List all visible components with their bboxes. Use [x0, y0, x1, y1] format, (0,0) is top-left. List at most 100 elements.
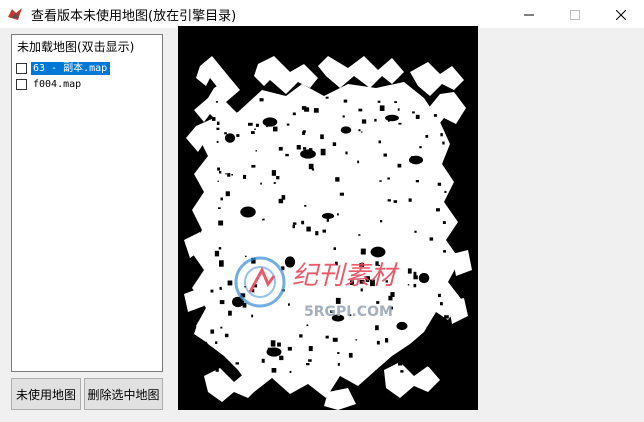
list-item[interactable]: 63 - 副本.map: [16, 61, 111, 75]
map-obstacle: [427, 364, 431, 367]
map-obstacle: [426, 326, 429, 330]
map-obstacle: [218, 220, 224, 226]
map-obstacle: [277, 342, 281, 347]
map-obstacle: [438, 293, 441, 298]
map-obstacle: [397, 163, 402, 168]
map-obstacle: [243, 174, 247, 179]
map-obstacle: [325, 335, 329, 339]
map-obstacle: [296, 145, 301, 150]
file-label[interactable]: f004.map: [31, 78, 84, 91]
map-obstacle: [251, 131, 255, 134]
map-obstacle: [292, 222, 297, 225]
map-obstacle: [235, 362, 239, 365]
title-bar[interactable]: 查看版本未使用地图(放在引擎目录): [0, 0, 644, 28]
map-obstacle: [342, 115, 345, 118]
map-obstacle: [398, 360, 403, 366]
map-obstacle: [340, 126, 352, 134]
map-obstacle: [358, 129, 361, 132]
map-obstacle: [266, 347, 282, 357]
map-obstacle: [270, 340, 276, 347]
map-obstacle: [302, 131, 306, 135]
map-obstacle: [285, 153, 289, 157]
map-obstacle: [292, 224, 295, 229]
map-obstacle: [304, 205, 307, 207]
map-obstacle: [400, 370, 404, 373]
map-obstacle: [379, 180, 382, 182]
map-obstacle: [325, 96, 329, 99]
map-obstacle: [308, 359, 312, 362]
map-obstacle: [440, 302, 443, 306]
watermark-logo-icon: [234, 256, 286, 308]
map-obstacle: [215, 367, 219, 372]
map-obstacle: [429, 237, 434, 241]
minimize-icon: [524, 5, 534, 24]
map-obstacle: [357, 160, 360, 164]
map-obstacle: [225, 173, 227, 175]
map-obstacle: [315, 231, 319, 236]
map-obstacle: [217, 180, 219, 182]
map-obstacle: [300, 149, 316, 159]
map-obstacle: [355, 339, 358, 341]
map-obstacle: [437, 182, 442, 186]
map-obstacle: [260, 182, 262, 185]
map-obstacle: [380, 220, 383, 223]
map-obstacle: [377, 100, 381, 103]
map-obstacle: [436, 208, 440, 212]
map-obstacle: [231, 174, 233, 176]
map-obstacle: [444, 190, 447, 193]
list-item[interactable]: f004.map: [16, 77, 84, 91]
map-obstacle: [254, 128, 256, 130]
map-obstacle: [220, 197, 223, 201]
maximize-icon: [570, 5, 580, 24]
map-obstacle: [419, 146, 422, 149]
map-obstacle: [224, 333, 229, 338]
map-obstacle: [378, 140, 381, 144]
unloaded-maps-panel: 未加载地图(双击显示) 63 - 副本.map f004.map: [11, 34, 163, 372]
item-checkbox[interactable]: [16, 78, 27, 90]
map-obstacle: [217, 167, 220, 171]
delete-selected-button[interactable]: 删除选中地图: [84, 378, 163, 410]
unused-maps-button[interactable]: 未使用地图: [11, 378, 81, 410]
map-obstacle: [443, 250, 446, 253]
map-image: [184, 56, 472, 410]
map-obstacle: [440, 133, 443, 137]
map-obstacle: [439, 368, 442, 371]
map-obstacle: [383, 153, 387, 157]
watermark: 纪刊素材 5RGPI.COM: [234, 256, 399, 320]
map-obstacle: [216, 140, 219, 143]
map-obstacle: [286, 123, 290, 126]
map-obstacle: [271, 368, 277, 373]
map-obstacle: [444, 315, 449, 319]
map-obstacle: [224, 133, 236, 143]
map-obstacle: [215, 341, 218, 344]
minimize-button[interactable]: [506, 0, 552, 28]
item-checkbox[interactable]: [16, 62, 27, 74]
map-obstacle: [408, 198, 412, 202]
map-obstacle: [337, 213, 339, 216]
map-obstacle: [339, 192, 344, 196]
map-obstacle: [412, 111, 415, 114]
file-label[interactable]: 63 - 副本.map: [31, 61, 111, 75]
map-obstacle: [301, 106, 307, 110]
map-obstacle: [251, 164, 256, 168]
watermark-url: 5RGPI.COM: [304, 304, 393, 320]
map-obstacle: [385, 114, 399, 122]
map-obstacle: [385, 338, 389, 343]
map-obstacle: [348, 352, 353, 358]
map-obstacle: [387, 177, 390, 180]
map-obstacle: [261, 358, 265, 363]
map-obstacle: [343, 99, 348, 103]
map-obstacle: [279, 355, 284, 361]
maximize-button[interactable]: [552, 0, 598, 28]
map-obstacle: [273, 126, 278, 132]
map-obstacle: [240, 206, 256, 218]
app-logo-icon: [7, 6, 23, 22]
close-button[interactable]: [598, 0, 644, 28]
map-obstacle: [218, 207, 221, 209]
map-obstacle: [278, 146, 283, 151]
map-preview[interactable]: [178, 26, 478, 410]
map-obstacle: [337, 363, 340, 366]
map-obstacle: [358, 108, 363, 112]
map-obstacle: [425, 135, 429, 138]
map-obstacle: [220, 326, 223, 329]
